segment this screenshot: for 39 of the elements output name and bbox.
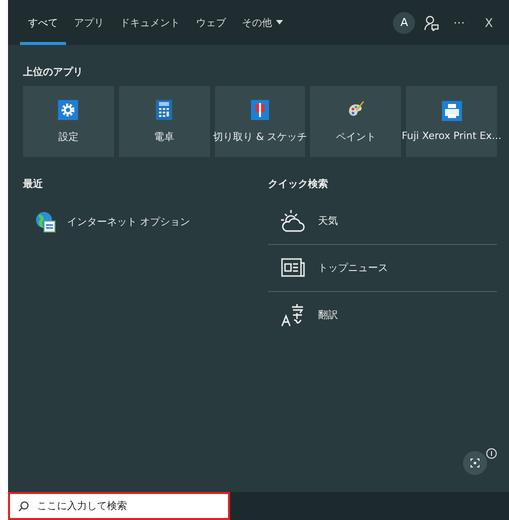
tab[interactable]: すべて: [20, 3, 66, 45]
gear-icon: [58, 100, 78, 120]
translate-icon: [281, 303, 305, 327]
tab[interactable]: ウェブ: [188, 3, 234, 45]
app-label: 電卓: [154, 130, 174, 144]
app-label: 切り取り & スケッチ: [212, 130, 308, 144]
section-title: 最近: [23, 178, 44, 191]
app-label: ペイント: [336, 130, 376, 144]
account-avatar[interactable]: A: [393, 12, 416, 34]
search-icon: [18, 500, 29, 512]
quick-search-label[interactable]: トップニュース: [318, 261, 388, 275]
tab[interactable]: アプリ: [66, 3, 112, 45]
search-input[interactable]: ここに入力して検索: [35, 500, 220, 512]
info-icon[interactable]: [486, 448, 497, 459]
printer-icon: [442, 101, 462, 121]
app-tile[interactable]: ペイント: [310, 86, 402, 157]
calculator-icon: [156, 100, 172, 120]
search-bar[interactable]: ここに入力して検索: [8, 492, 230, 520]
weather-icon: [280, 209, 306, 233]
app-tile[interactable]: 電卓: [118, 86, 210, 157]
section-title: 上位のアプリ: [23, 65, 84, 79]
tab[interactable]: ドキュメント: [112, 3, 188, 45]
feedback-icon[interactable]: [423, 14, 440, 30]
caret-icon: [276, 20, 283, 25]
app-tile[interactable]: 設定: [23, 86, 114, 157]
close-button[interactable]: X: [478, 16, 499, 30]
section-title: クイック検索: [268, 178, 329, 191]
news-icon: [281, 258, 305, 278]
app-tile[interactable]: 切り取り & スケッチ: [214, 86, 306, 157]
app-label: 設定: [58, 130, 78, 144]
screenshot-icon: [470, 458, 480, 468]
quick-search-label[interactable]: 天気: [318, 214, 338, 228]
globe-settings-icon: [35, 211, 57, 233]
snip-sketch-icon: [250, 100, 269, 120]
screenshot-button[interactable]: [463, 451, 487, 475]
tab[interactable]: その他: [234, 3, 291, 45]
quick-search-label[interactable]: 翻訳: [318, 308, 338, 322]
recent-item-label[interactable]: インターネット オプション: [67, 215, 190, 229]
more-button[interactable]: ···: [447, 16, 471, 30]
